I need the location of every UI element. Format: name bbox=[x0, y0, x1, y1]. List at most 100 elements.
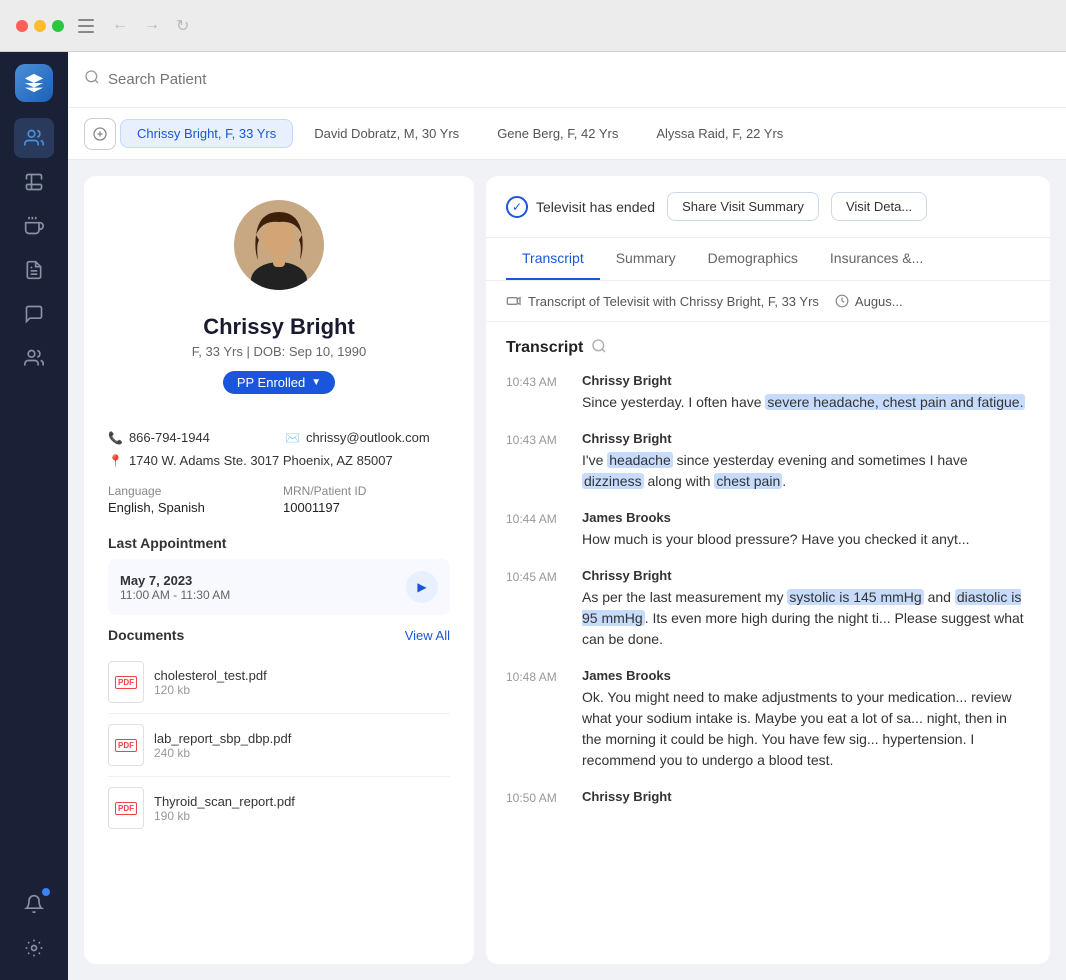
view-all-button[interactable]: View All bbox=[405, 628, 450, 643]
appointment-row: May 7, 2023 11:00 AM - 11:30 AM ▶ bbox=[108, 559, 450, 615]
doc-size-0: 120 kb bbox=[154, 683, 267, 697]
patient-tab-1[interactable]: David Dobratz, M, 30 Yrs bbox=[297, 119, 476, 148]
visit-panel: ✓ Televisit has ended Share Visit Summar… bbox=[486, 176, 1050, 964]
patient-tab-2[interactable]: Gene Berg, F, 42 Yrs bbox=[480, 119, 635, 148]
msg-body-5: Chrissy Bright bbox=[582, 789, 1030, 808]
pdf-icon-1: PDF bbox=[108, 724, 144, 766]
visit-tab-summary[interactable]: Summary bbox=[600, 238, 692, 280]
visit-status: ✓ Televisit has ended bbox=[506, 196, 655, 218]
phone-value: 866-794-1944 bbox=[129, 430, 210, 445]
sidebar-item-team[interactable] bbox=[14, 338, 54, 378]
sidebar-item-messages[interactable] bbox=[14, 294, 54, 334]
avatar bbox=[234, 200, 324, 290]
transcript-search-icon[interactable] bbox=[591, 338, 607, 357]
msg-text-0: Since yesterday. I often have severe hea… bbox=[582, 392, 1030, 413]
pp-badge-chevron-icon: ▼ bbox=[311, 377, 321, 388]
forward-icon[interactable]: → bbox=[144, 16, 160, 36]
msg-sender-5: Chrissy Bright bbox=[582, 789, 1030, 804]
patient-tab-0[interactable]: Chrissy Bright, F, 33 Yrs bbox=[120, 119, 293, 148]
search-icon bbox=[84, 69, 100, 90]
address-value: 1740 W. Adams Ste. 3017 Phoenix, AZ 8500… bbox=[129, 453, 393, 468]
sidebar-item-medications[interactable] bbox=[14, 206, 54, 246]
msg-body-3: Chrissy Bright As per the last measureme… bbox=[582, 568, 1030, 650]
transcript-meta: Transcript of Televisit with Chrissy Bri… bbox=[486, 281, 1050, 322]
doc-name-1: lab_report_sbp_dbp.pdf bbox=[154, 731, 291, 746]
doc-size-2: 190 kb bbox=[154, 809, 295, 823]
pp-badge-wrapper: PP Enrolled ▼ bbox=[108, 371, 450, 414]
documents-label: Documents bbox=[108, 627, 184, 643]
message-1: 10:43 AM Chrissy Bright I've headache si… bbox=[506, 431, 1030, 492]
msg-sender-4: James Brooks bbox=[582, 668, 1030, 683]
document-item-2[interactable]: PDF Thyroid_scan_report.pdf 190 kb bbox=[108, 777, 450, 839]
msg-time-2: 10:44 AM bbox=[506, 510, 570, 550]
panels-area: Chrissy Bright F, 33 Yrs | DOB: Sep 10, … bbox=[68, 160, 1066, 980]
msg-time-5: 10:50 AM bbox=[506, 789, 570, 808]
pdf-icon-2: PDF bbox=[108, 787, 144, 829]
transcript-section: Transcript 10:43 AM Chrissy Bright Since… bbox=[486, 322, 1050, 964]
transcript-source-text: Transcript of Televisit with Chrissy Bri… bbox=[528, 294, 819, 309]
sidebar-item-patients[interactable] bbox=[14, 118, 54, 158]
visit-tab-demographics[interactable]: Demographics bbox=[692, 238, 814, 280]
contact-address: 📍 1740 W. Adams Ste. 3017 Phoenix, AZ 85… bbox=[108, 453, 450, 468]
pdf-icon-0: PDF bbox=[108, 661, 144, 703]
doc-name-2: Thyroid_scan_report.pdf bbox=[154, 794, 295, 809]
appointment-section-header: Last Appointment bbox=[108, 535, 450, 551]
document-item-0[interactable]: PDF cholesterol_test.pdf 120 kb bbox=[108, 651, 450, 714]
close-dot[interactable] bbox=[16, 20, 28, 32]
msg-body-4: James Brooks Ok. You might need to make … bbox=[582, 668, 1030, 771]
msg-body-2: James Brooks How much is your blood pres… bbox=[582, 510, 1030, 550]
share-visit-summary-button[interactable]: Share Visit Summary bbox=[667, 192, 819, 221]
patient-name: Chrissy Bright bbox=[108, 314, 450, 340]
sidebar-item-documents[interactable] bbox=[14, 250, 54, 290]
location-icon: 📍 bbox=[108, 454, 123, 468]
msg-sender-2: James Brooks bbox=[582, 510, 1030, 525]
doc-info-2: Thyroid_scan_report.pdf 190 kb bbox=[154, 794, 295, 823]
back-icon[interactable]: ← bbox=[112, 16, 128, 36]
minimize-dot[interactable] bbox=[34, 20, 46, 32]
transcript-time: Augus... bbox=[835, 294, 903, 309]
sidebar-toggle-icon[interactable] bbox=[76, 16, 96, 36]
appt-date: May 7, 2023 bbox=[120, 573, 230, 588]
patient-tabs-bar: Chrissy Bright, F, 33 Yrs David Dobratz,… bbox=[68, 108, 1066, 160]
video-icon bbox=[506, 293, 522, 309]
play-recording-button[interactable]: ▶ bbox=[406, 571, 438, 603]
mrn-label: MRN/Patient ID bbox=[283, 484, 450, 498]
msg-time-1: 10:43 AM bbox=[506, 431, 570, 492]
sidebar-item-lab[interactable] bbox=[14, 162, 54, 202]
documents-section-header: Documents View All bbox=[108, 627, 450, 643]
status-check-icon: ✓ bbox=[506, 196, 528, 218]
maximize-dot[interactable] bbox=[52, 20, 64, 32]
highlight-0-0: severe headache, chest pain and fatigue. bbox=[765, 394, 1025, 410]
sidebar-item-notifications[interactable] bbox=[14, 884, 54, 924]
visit-tab-insurances[interactable]: Insurances &... bbox=[814, 238, 939, 280]
document-item-1[interactable]: PDF lab_report_sbp_dbp.pdf 240 kb bbox=[108, 714, 450, 777]
add-patient-tab-button[interactable] bbox=[84, 118, 116, 150]
appointment-label: Last Appointment bbox=[108, 535, 226, 551]
sidebar bbox=[0, 52, 68, 980]
pp-enrolled-badge[interactable]: PP Enrolled ▼ bbox=[223, 371, 335, 394]
patient-tab-3[interactable]: Alyssa Raid, F, 22 Yrs bbox=[639, 119, 800, 148]
search-input[interactable] bbox=[108, 71, 1050, 88]
app-layout: Chrissy Bright, F, 33 Yrs David Dobratz,… bbox=[0, 52, 1066, 980]
doc-info-1: lab_report_sbp_dbp.pdf 240 kb bbox=[154, 731, 291, 760]
msg-body-1: Chrissy Bright I've headache since yeste… bbox=[582, 431, 1030, 492]
contact-email: ✉️ chrissy@outlook.com bbox=[285, 430, 450, 445]
highlight-1-2: chest pain bbox=[714, 473, 782, 489]
message-3: 10:45 AM Chrissy Bright As per the last … bbox=[506, 568, 1030, 650]
message-5: 10:50 AM Chrissy Bright bbox=[506, 789, 1030, 808]
msg-text-1: I've headache since yesterday evening an… bbox=[582, 450, 1030, 492]
visit-tabs: Transcript Summary Demographics Insuranc… bbox=[486, 238, 1050, 281]
visit-details-button[interactable]: Visit Deta... bbox=[831, 192, 927, 221]
visit-tab-transcript[interactable]: Transcript bbox=[506, 238, 600, 280]
doc-size-1: 240 kb bbox=[154, 746, 291, 760]
contact-phone: 📞 866-794-1944 bbox=[108, 430, 273, 445]
sidebar-item-settings[interactable] bbox=[14, 928, 54, 968]
app-logo bbox=[15, 64, 53, 102]
transcript-title: Transcript bbox=[506, 339, 583, 357]
message-4: 10:48 AM James Brooks Ok. You might need… bbox=[506, 668, 1030, 771]
transcript-source: Transcript of Televisit with Chrissy Bri… bbox=[506, 293, 819, 309]
language-label: Language bbox=[108, 484, 275, 498]
doc-name-0: cholesterol_test.pdf bbox=[154, 668, 267, 683]
notification-badge bbox=[42, 888, 50, 896]
reload-icon[interactable]: ↻ bbox=[176, 16, 189, 36]
